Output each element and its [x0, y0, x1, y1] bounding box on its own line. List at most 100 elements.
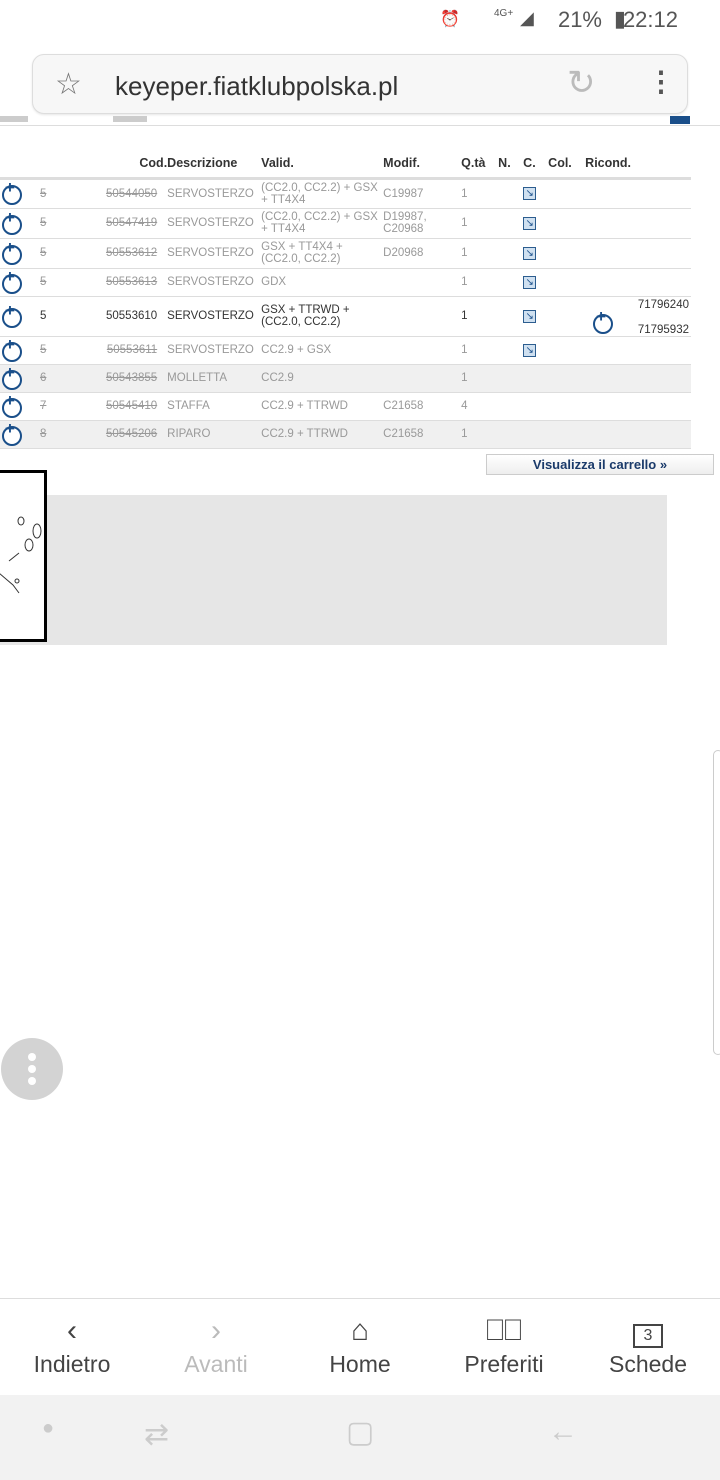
system-nav-bar: ● ⇄ ▢ ← — [0, 1395, 720, 1480]
exploded-diagram-thumbnail[interactable] — [0, 470, 47, 642]
doc-cell[interactable]: ↘ — [523, 268, 549, 297]
validity: CC2.9 + TTRWD — [261, 392, 384, 421]
nav-home[interactable]: ⌂ Home — [288, 1299, 432, 1395]
recond-cell: 71796240 71795932 — [585, 296, 691, 337]
document-link-icon[interactable]: ↘ — [523, 216, 537, 230]
table-row: 550547419SERVOSTERZO(CC2.0, CC2.2) + GSX… — [0, 208, 691, 239]
doc-cell[interactable]: ↘ — [523, 336, 549, 365]
add-to-cart-cell[interactable] — [0, 268, 22, 297]
color — [548, 268, 586, 297]
add-to-cart-icon[interactable] — [0, 242, 22, 265]
quantity: 1 — [461, 238, 499, 269]
modification: D19987, C20968 — [383, 208, 462, 239]
star-icon[interactable]: ☆ — [55, 67, 82, 102]
add-to-cart-icon[interactable] — [0, 271, 22, 294]
column-header: Valid. — [261, 150, 384, 180]
doc-cell[interactable]: ↘ — [523, 178, 549, 209]
validity: (CC2.0, CC2.2) + GSX + TT4X4 — [261, 178, 384, 209]
clock: 22:12 — [622, 7, 678, 32]
document-link-icon[interactable]: ↘ — [523, 187, 537, 200]
add-to-cart-icon[interactable] — [0, 395, 22, 418]
position: 5 — [22, 178, 106, 209]
color — [548, 364, 586, 393]
recond-cell — [585, 364, 691, 393]
toolbar-button[interactable] — [113, 116, 147, 122]
column-header: Q.tà — [461, 150, 499, 180]
add-recond-to-cart-icon[interactable] — [591, 311, 614, 334]
color — [548, 178, 586, 209]
nav-label: Schede — [608, 1351, 687, 1377]
part-code: 50553612 — [106, 238, 168, 269]
document-link-icon[interactable]: ↘ — [523, 343, 537, 357]
part-code: 50553611 — [106, 336, 168, 365]
url-text[interactable]: keyeper.fiatklubpolska.pl — [115, 71, 398, 102]
back-icon[interactable]: ← — [548, 1415, 578, 1449]
tab-count: 3 — [633, 1324, 663, 1348]
add-to-cart-icon[interactable] — [0, 305, 22, 328]
quantity: 1 — [461, 364, 499, 393]
document-link-icon[interactable]: ↘ — [523, 275, 537, 289]
doc-cell[interactable]: ↘ — [523, 208, 549, 239]
nav-indietro[interactable]: ‹ Indietro — [0, 1299, 144, 1395]
status-bar: ⏰ 4G+ ◢ 21% ▮ 22:12 — [0, 0, 720, 40]
view-cart-button[interactable]: Visualizza il carrello » — [486, 454, 714, 475]
validity: GDX — [261, 268, 384, 297]
document-link-icon[interactable]: ↘ — [523, 246, 537, 260]
note — [498, 178, 524, 209]
description: RIPARO — [167, 420, 262, 449]
recond-cell — [585, 238, 691, 269]
nav-label: Avanti — [184, 1351, 248, 1377]
recent-apps-icon[interactable]: ⇄ — [144, 1417, 169, 1452]
add-to-cart-cell[interactable] — [0, 336, 22, 365]
column-header: Ricond. — [585, 150, 691, 180]
validity: GSX + TT4X4 + (CC2.0, CC2.2) — [261, 238, 384, 269]
modification: C21658 — [383, 392, 462, 421]
description: SERVOSTERZO — [167, 238, 262, 269]
reload-icon[interactable]: ↻ — [567, 63, 596, 103]
floating-menu-button[interactable] — [1, 1038, 63, 1100]
add-to-cart-cell[interactable] — [0, 364, 22, 393]
add-to-cart-icon[interactable] — [0, 367, 22, 390]
doc-cell[interactable]: ↘ — [523, 238, 549, 269]
toolbar-icon[interactable] — [670, 116, 690, 124]
recond-cell — [585, 178, 691, 209]
nav-preferiti[interactable]: ⎕⎕ Preferiti — [432, 1299, 576, 1395]
dot-icon[interactable]: ● — [42, 1417, 54, 1440]
menu-icon[interactable]: ⋮ — [647, 65, 675, 98]
toolbar-button[interactable] — [0, 116, 28, 122]
add-to-cart-cell[interactable] — [0, 178, 22, 209]
validity: CC2.9 — [261, 364, 384, 393]
nav-avanti[interactable]: › Avanti — [144, 1299, 288, 1395]
doc-cell[interactable]: ↘ — [523, 296, 549, 337]
edge-panel-handle[interactable] — [713, 750, 720, 1055]
address-bar[interactable]: ☆ keyeper.fiatklubpolska.pl ↻ ⋮ — [32, 54, 688, 114]
add-to-cart-cell[interactable] — [0, 420, 22, 449]
add-to-cart-cell[interactable] — [0, 238, 22, 269]
home-button-icon[interactable]: ▢ — [346, 1415, 374, 1450]
doc-cell — [523, 364, 549, 393]
add-to-cart-icon[interactable] — [0, 182, 22, 205]
note — [498, 420, 524, 449]
table-row: 550553610SERVOSTERZOGSX + TTRWD + (CC2.0… — [0, 296, 691, 337]
add-to-cart-icon[interactable] — [0, 423, 22, 446]
column-header — [22, 150, 106, 180]
add-to-cart-icon[interactable] — [0, 339, 22, 362]
note — [498, 296, 524, 337]
document-link-icon[interactable]: ↘ — [523, 309, 537, 323]
color — [548, 420, 586, 449]
add-to-cart-cell[interactable] — [0, 296, 22, 337]
color — [548, 392, 586, 421]
doc-cell — [523, 420, 549, 449]
add-to-cart-icon[interactable] — [0, 212, 22, 235]
recond-cell — [585, 268, 691, 297]
validity: GSX + TTRWD + (CC2.0, CC2.2) — [261, 296, 384, 337]
nav-label: Home — [329, 1351, 391, 1377]
modification — [383, 336, 462, 365]
add-to-cart-cell[interactable] — [0, 208, 22, 239]
nav-schede[interactable]: 3 Schede — [576, 1299, 720, 1395]
tabs-icon: 3 — [576, 1311, 720, 1351]
color — [548, 238, 586, 269]
add-to-cart-cell[interactable] — [0, 392, 22, 421]
modification: D20968 — [383, 238, 462, 269]
description: SERVOSTERZO — [167, 336, 262, 365]
